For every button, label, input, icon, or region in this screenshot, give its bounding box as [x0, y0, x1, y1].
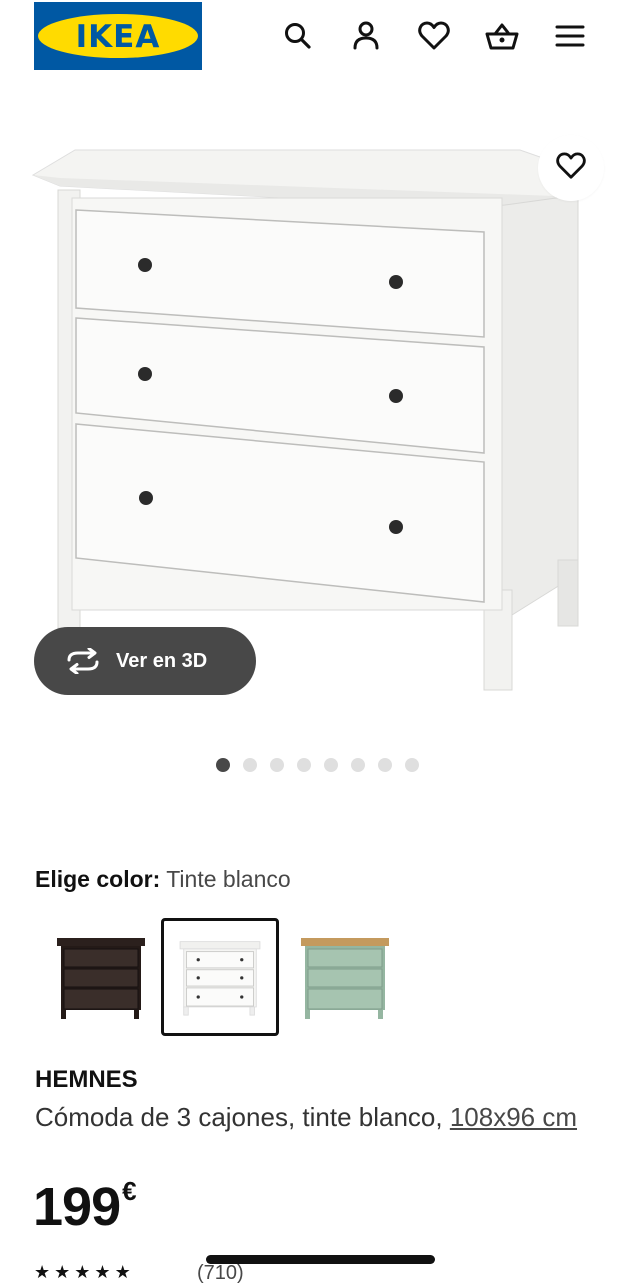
pagination-dot[interactable]	[216, 758, 230, 772]
heart-icon[interactable]	[416, 18, 452, 54]
star-icon: ★	[34, 1262, 51, 1282]
star-icon: ★	[94, 1262, 111, 1282]
ikea-logo[interactable]: IKEA	[34, 2, 202, 70]
basket-icon[interactable]	[484, 18, 520, 54]
swatch-white[interactable]	[161, 918, 279, 1036]
price-currency: €	[122, 1176, 137, 1206]
logo-text: IKEA	[75, 19, 161, 55]
product-description-text: Cómoda de 3 cajones, tinte blanco,	[35, 1102, 450, 1132]
star-icon: ★	[114, 1262, 131, 1282]
product-price: 199€	[33, 1176, 137, 1238]
price-value: 199	[33, 1177, 121, 1237]
pagination-dot[interactable]	[351, 758, 365, 772]
color-selector-label: Elige color: Tinte blanco	[35, 864, 291, 894]
user-icon[interactable]	[348, 18, 384, 54]
pagination-dot[interactable]	[405, 758, 419, 772]
star-icon: ★	[74, 1262, 91, 1282]
header: IKEA	[0, 0, 640, 80]
search-icon[interactable]	[280, 18, 316, 54]
gallery-pagination[interactable]	[216, 758, 419, 774]
pagination-dot[interactable]	[243, 758, 257, 772]
menu-icon[interactable]	[552, 18, 588, 54]
review-count[interactable]: (710)	[197, 1262, 244, 1285]
color-value: Tinte blanco	[166, 866, 291, 892]
pagination-dot[interactable]	[378, 758, 392, 772]
heart-icon	[556, 151, 586, 185]
product-name: HEMNES	[35, 1066, 138, 1093]
home-indicator[interactable]	[206, 1255, 435, 1264]
rating-stars[interactable]: ★ ★ ★ ★ ★	[34, 1262, 131, 1283]
wishlist-button[interactable]	[538, 135, 604, 201]
color-label: Elige color:	[35, 866, 161, 892]
product-size-link[interactable]: 108x96 cm	[450, 1102, 577, 1132]
view-3d-label: Ver en 3D	[116, 649, 208, 672]
star-icon: ★	[54, 1262, 71, 1282]
rotate-3d-icon	[64, 648, 102, 674]
product-description: Cómoda de 3 cajones, tinte blanco, 108x9…	[35, 1100, 595, 1134]
pagination-dot[interactable]	[324, 758, 338, 772]
pagination-dot[interactable]	[297, 758, 311, 772]
swatch-dark-brown[interactable]	[42, 918, 160, 1036]
swatch-green[interactable]	[286, 918, 404, 1036]
view-3d-button[interactable]: Ver en 3D	[34, 627, 256, 695]
pagination-dot[interactable]	[270, 758, 284, 772]
